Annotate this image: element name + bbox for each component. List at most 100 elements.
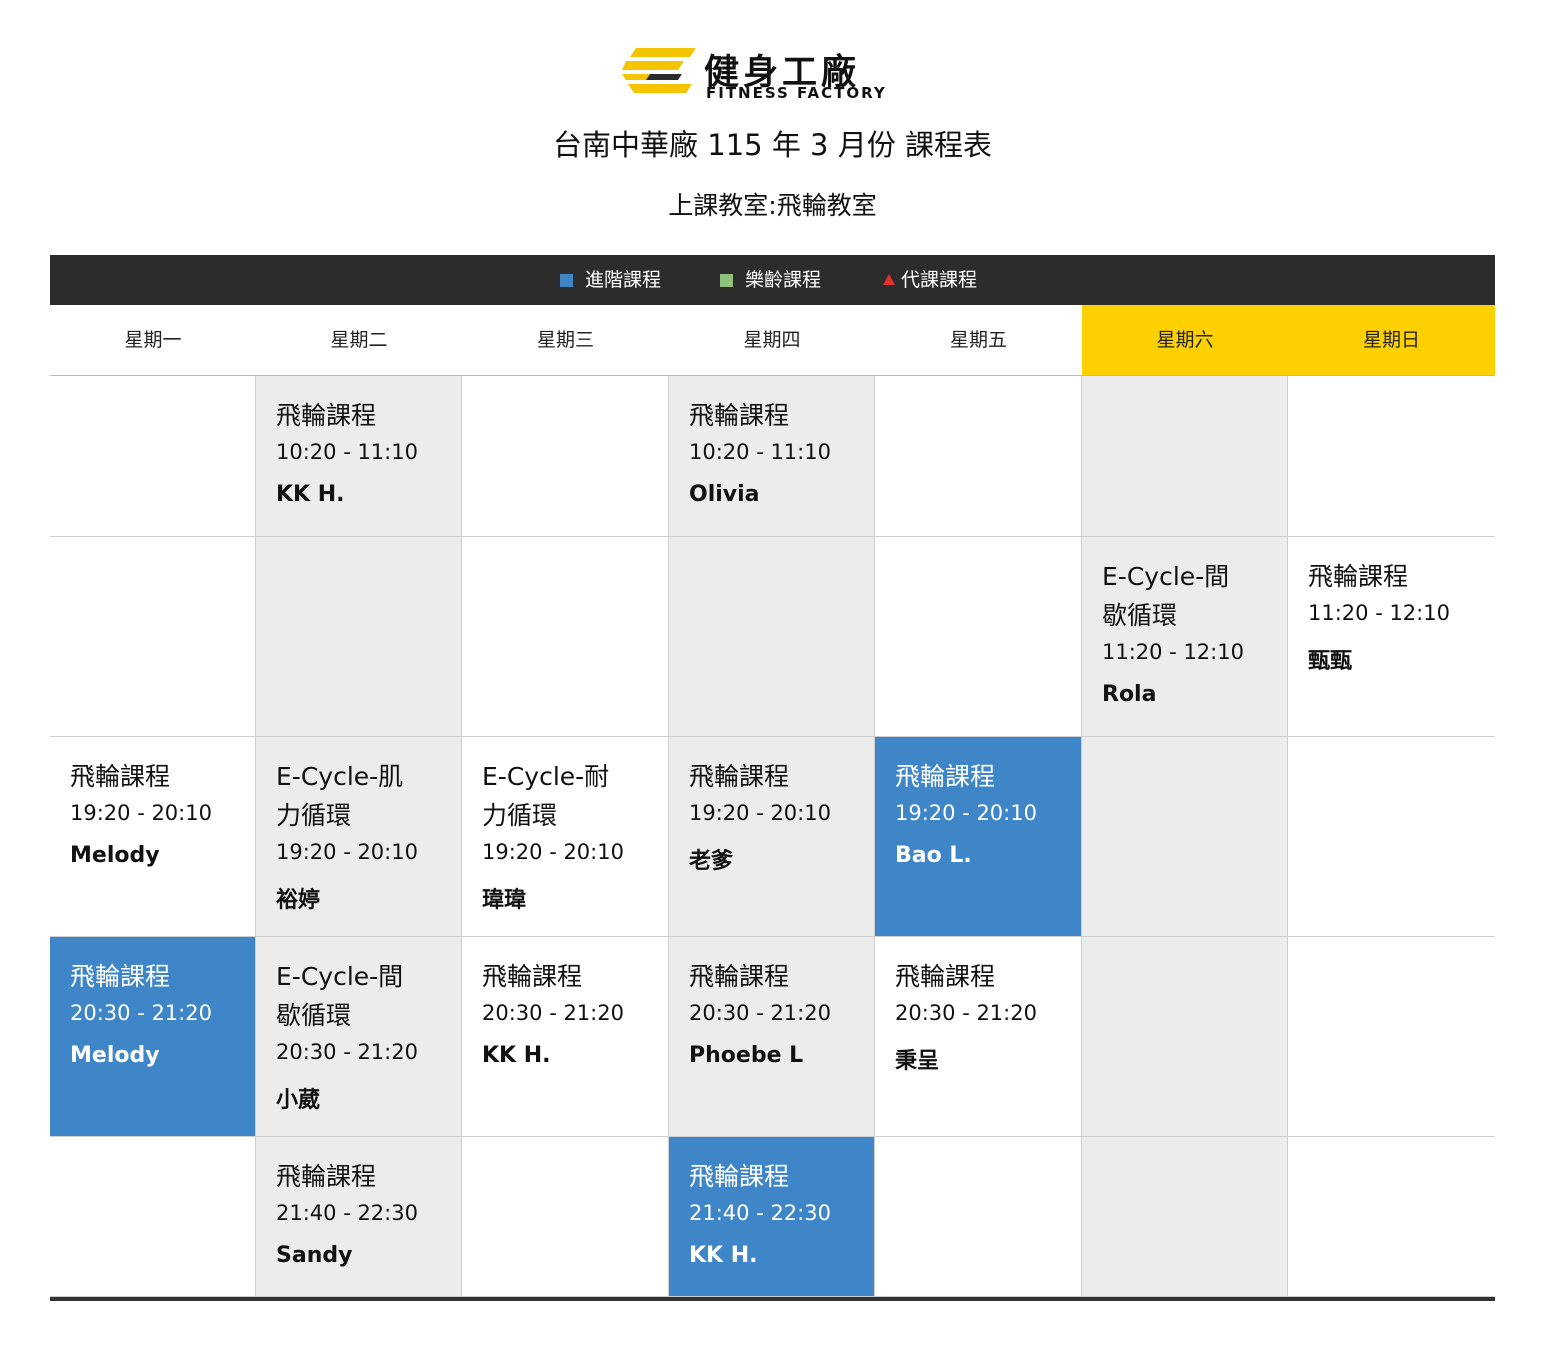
schedule-grid: 飛輪課程 10:20 - 11:10 KK H. 飛輪課程 10:20 - 11:10 O… [50, 376, 1495, 1297]
day-header-sat: 星期六 [1082, 305, 1288, 375]
green-square-icon [720, 274, 733, 287]
empty-cell-sun [1288, 1137, 1495, 1296]
empty-cell-wed [462, 1137, 669, 1296]
fitness-factory-logo-icon [622, 48, 696, 93]
class-time: 11:20 - 12:10 [1102, 640, 1244, 664]
class-time: 19:20 - 20:10 [276, 840, 418, 864]
brand-logo: 健身工廠 FITNESS FACTORY [622, 48, 932, 104]
class-cell-fri[interactable]: 飛輪課程 19:20 - 20:10 Bao L. [875, 737, 1082, 936]
class-cell-tue[interactable]: E-Cycle-肌 力循環 19:20 - 20:10 裕婷 [256, 737, 462, 936]
legend-item-senior: 樂齡課程 [720, 255, 821, 305]
coach-name: 老爹 [689, 849, 734, 874]
class-time: 19:20 - 20:10 [482, 840, 624, 864]
coach-name: Melody [70, 843, 160, 868]
schedule-row: 飛輪課程 21:40 - 22:30 Sandy 飛輪課程 21:40 - 22:30 K… [50, 1137, 1495, 1297]
day-header-sun: 星期日 [1288, 305, 1495, 375]
class-cell-fri[interactable]: 飛輪課程 20:30 - 21:20 秉呈 [875, 937, 1082, 1136]
course-name-line: E-Cycle-肌 [276, 762, 404, 791]
class-time: 20:30 - 21:20 [70, 1001, 212, 1025]
legend-label: 代課課程 [901, 269, 978, 291]
empty-cell-wed [462, 376, 669, 536]
empty-cell-fri [875, 1137, 1082, 1296]
schedule-row: 飛輪課程 10:20 - 11:10 KK H. 飛輪課程 10:20 - 11:10 O… [50, 376, 1495, 537]
day-header-fri: 星期五 [949, 329, 1007, 351]
class-time: 21:40 - 22:30 [689, 1201, 831, 1225]
empty-cell-mon [50, 537, 256, 736]
class-cell-mon[interactable]: 飛輪課程 19:20 - 20:10 Melody [50, 737, 256, 936]
course-name: 飛輪課程 [689, 401, 790, 430]
class-cell-tue[interactable]: 飛輪課程 10:20 - 11:10 KK H. [256, 376, 462, 536]
schedule-row: 飛輪課程 20:30 - 21:20 Melody E-Cycle-間 歇循環 20:30… [50, 937, 1495, 1137]
course-name: E-Cycle-間 歇循環 [276, 957, 447, 1035]
class-time: 10:20 - 11:10 [276, 440, 418, 464]
class-time: 19:20 - 20:10 [689, 801, 831, 825]
course-name-line: 歇循環 [276, 1001, 352, 1030]
empty-cell-thu [669, 537, 875, 736]
coach-name: KK H. [689, 1243, 758, 1268]
day-header-row: 星期一 星期二 星期三 星期四 星期五 星期六 星期日 [50, 305, 1495, 376]
coach-name: KK H. [276, 482, 345, 507]
class-time: 11:20 - 12:10 [1308, 601, 1450, 625]
legend-item-substitute: 代課課程 [883, 255, 977, 305]
class-cell-sat[interactable]: E-Cycle-間 歇循環 11:20 - 12:10 Rola [1082, 537, 1288, 736]
course-name: 飛輪課程 [482, 962, 583, 991]
class-cell-thu[interactable]: 飛輪課程 20:30 - 21:20 Phoebe L [669, 937, 875, 1136]
coach-name: KK H. [482, 1043, 551, 1068]
course-name: 飛輪課程 [689, 1162, 790, 1191]
empty-cell-wed [462, 537, 669, 736]
class-time: 20:30 - 21:20 [482, 1001, 624, 1025]
class-cell-mon[interactable]: 飛輪課程 20:30 - 21:20 Melody [50, 937, 256, 1136]
course-name: 飛輪課程 [895, 962, 996, 991]
course-name: E-Cycle-耐 力循環 [482, 757, 654, 835]
empty-cell-tue [256, 537, 462, 736]
class-cell-wed[interactable]: 飛輪課程 20:30 - 21:20 KK H. [462, 937, 669, 1136]
course-name-line: 歇循環 [1102, 601, 1178, 630]
red-triangle-icon [883, 274, 895, 285]
course-name: E-Cycle-間 歇循環 [1102, 557, 1273, 635]
course-name: 飛輪課程 [276, 401, 377, 430]
course-name-line: 力循環 [276, 801, 352, 830]
course-name-line: E-Cycle-間 [1102, 562, 1230, 591]
day-header-tue: 星期二 [330, 329, 388, 351]
coach-name: 小葳 [276, 1088, 321, 1113]
coach-name: Phoebe L [689, 1043, 804, 1068]
course-name-line: E-Cycle-間 [276, 962, 404, 991]
class-cell-thu[interactable]: 飛輪課程 10:20 - 11:10 Olivia [669, 376, 875, 536]
empty-cell-sat [1082, 376, 1288, 536]
legend-bar: 進階課程 樂齡課程 代課課程 [50, 255, 1495, 305]
class-time: 20:30 - 21:20 [689, 1001, 831, 1025]
legend-label: 樂齡課程 [745, 269, 822, 291]
coach-name: Melody [70, 1043, 160, 1068]
schedule-row: E-Cycle-間 歇循環 11:20 - 12:10 Rola 飛輪課程 11:20 -… [50, 537, 1495, 737]
coach-name: 秉呈 [895, 1049, 940, 1074]
coach-name: 裕婷 [276, 888, 321, 913]
class-time: 20:30 - 21:20 [895, 1001, 1037, 1025]
class-cell-thu[interactable]: 飛輪課程 19:20 - 20:10 老爹 [669, 737, 875, 936]
course-name: E-Cycle-肌 力循環 [276, 757, 447, 835]
class-cell-tue[interactable]: 飛輪課程 21:40 - 22:30 Sandy [256, 1137, 462, 1296]
page-title: 台南中華廠 115 年 3 月份 課程表 [553, 128, 992, 162]
empty-cell-mon [50, 376, 256, 536]
class-time: 19:20 - 20:10 [70, 801, 212, 825]
class-cell-wed[interactable]: E-Cycle-耐 力循環 19:20 - 20:10 瑋瑋 [462, 737, 669, 936]
class-cell-sun[interactable]: 飛輪課程 11:20 - 12:10 甄甄 [1288, 537, 1495, 736]
page-subtitle: 上課教室:飛輪教室 [668, 191, 877, 220]
course-name: 飛輪課程 [276, 1162, 377, 1191]
empty-cell-sat [1082, 937, 1288, 1136]
empty-cell-sun [1288, 737, 1495, 936]
coach-name: Bao L. [895, 843, 972, 868]
class-time: 20:30 - 21:20 [276, 1040, 418, 1064]
coach-name: Olivia [689, 482, 760, 507]
course-name: 飛輪課程 [895, 762, 996, 791]
bottom-divider [50, 1297, 1495, 1301]
empty-cell-sat [1082, 737, 1288, 936]
class-cell-thu[interactable]: 飛輪課程 21:40 - 22:30 KK H. [669, 1137, 875, 1296]
class-time: 19:20 - 20:10 [895, 801, 1037, 825]
class-cell-tue[interactable]: E-Cycle-間 歇循環 20:30 - 21:20 小葳 [256, 937, 462, 1136]
day-header-thu: 星期四 [743, 329, 801, 351]
course-name: 飛輪課程 [1308, 562, 1409, 591]
course-name: 飛輪課程 [689, 762, 790, 791]
coach-name: 瑋瑋 [482, 888, 527, 913]
course-name: 飛輪課程 [70, 962, 171, 991]
empty-cell-sun [1288, 376, 1495, 536]
